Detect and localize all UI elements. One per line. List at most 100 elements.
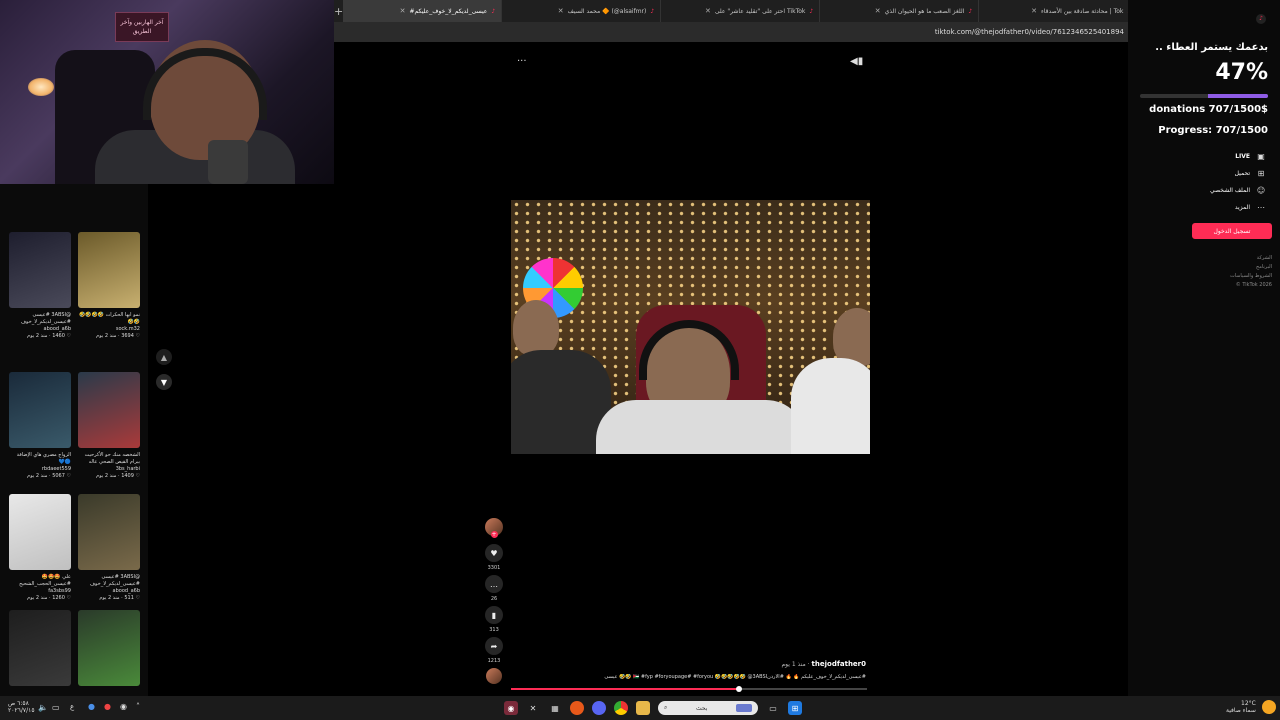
footer-link[interactable]: البرنامج xyxy=(1230,263,1272,272)
chevron-up-tray-icon[interactable]: ˄ xyxy=(136,702,140,711)
follow-plus-icon[interactable]: + xyxy=(490,531,498,538)
feed-stats: ♡ 3694 · منذ 2 يوم xyxy=(96,333,140,339)
author-name[interactable]: thejodfather0 xyxy=(812,660,866,668)
nav-item-live[interactable]: ▣ LIVE xyxy=(1235,152,1266,161)
feed-thumbnail[interactable] xyxy=(9,372,71,448)
start-icon[interactable]: ⊞ xyxy=(788,701,802,715)
heart-icon[interactable]: ♥ xyxy=(485,544,503,562)
feed-thumbnail[interactable] xyxy=(9,232,71,308)
feed-likes: 3694 xyxy=(121,333,134,339)
feed-username[interactable]: abood_a6b xyxy=(9,326,71,333)
browser-tab[interactable]: ✕محادثة صادقة بين الأصدقاء | Tok♪ xyxy=(979,0,1139,22)
nav-item-label: المزيد xyxy=(1234,204,1250,211)
taskbar-search[interactable]: ⌕ بحث xyxy=(658,701,758,715)
close-tab-icon[interactable]: ✕ xyxy=(705,7,711,15)
discord-tray-icon[interactable]: ◉ xyxy=(120,702,127,711)
bookmark-icon[interactable]: ▮ xyxy=(485,606,503,624)
browser-tab[interactable]: ✕ احتر على "تقليد عاشر" على TikTok ♪ xyxy=(661,0,821,22)
feed-thumbnail[interactable] xyxy=(9,610,71,686)
feed-caption-text[interactable]: علي 🤩🤩🤩 #عيسى_الحجب_الشحيح xyxy=(9,574,71,588)
app-icon-firefox[interactable] xyxy=(570,701,584,715)
upload-icon: ⊞ xyxy=(1257,169,1265,178)
feed-stats: ♡ 1409 · منذ 2 يوم xyxy=(96,473,140,479)
feed-thumbnail[interactable] xyxy=(78,494,140,570)
feed-username[interactable]: rbdaeet559 xyxy=(9,466,71,473)
browser-tab[interactable]: ✕ #عيسى_لديكم_لا_خوف_عليكم ♪ xyxy=(343,0,503,22)
feed-caption-text[interactable]: @3ABSI #عيسى #عيسى_لديكم_لا_خوف xyxy=(9,312,71,326)
nav-item-more[interactable]: ⋯ المزيد xyxy=(1235,203,1266,212)
tab-title: محادثة صادقة بين الأصدقاء | Tok xyxy=(1040,7,1124,15)
plus-icon[interactable]: + xyxy=(334,5,343,18)
footer-link[interactable]: TikTok 2026 © xyxy=(1230,281,1272,290)
feed-item-caption: الشخصه منك حو الأكرحيت بيرام القيص الصحي… xyxy=(78,452,140,480)
browser-tab[interactable]: ✕ محمد السيف 🔶 (@alsaifmr) ♪ xyxy=(502,0,662,22)
feed-likes: 1409 xyxy=(121,473,134,479)
app-icon-discord[interactable] xyxy=(592,701,606,715)
feed-likes: 5067 xyxy=(52,473,65,479)
feed-username[interactable]: fa3sbs99 xyxy=(9,588,71,595)
share-icon[interactable]: ➦ xyxy=(485,637,503,655)
footer-link[interactable]: الشركة xyxy=(1230,254,1272,263)
feed-thumbnail[interactable] xyxy=(78,372,140,448)
login-button[interactable]: تسجيل الدخول xyxy=(1192,223,1272,239)
nav-item-profile[interactable]: ☺ الملف الشخصي xyxy=(1210,186,1266,195)
tab-title: #عيسى_لديكم_لا_خوف_عليكم xyxy=(409,7,488,15)
lamp xyxy=(28,78,54,96)
feed-username[interactable]: 3bs_harbi xyxy=(78,466,140,473)
nav-item-label: تحميل xyxy=(1234,170,1250,177)
seek-bar-fill xyxy=(511,688,739,690)
microphone xyxy=(208,140,248,184)
seek-knob[interactable] xyxy=(735,686,742,692)
feed-thumbnail[interactable] xyxy=(78,232,140,308)
donation-progress-bar xyxy=(1140,94,1268,98)
app-icon-chrome[interactable] xyxy=(614,701,628,715)
close-tab-icon[interactable]: ✕ xyxy=(1031,7,1037,15)
comment-icon[interactable]: … xyxy=(485,575,503,593)
tab-title: محمد السيف 🔶 (@alsaifmr) xyxy=(567,7,647,15)
donations-amount: donations 707/1500$ xyxy=(1149,104,1268,115)
nav-item-label: الملف الشخصي xyxy=(1210,187,1250,194)
video-player[interactable] xyxy=(511,200,870,454)
sound-disc-icon[interactable] xyxy=(486,668,502,684)
main-person-shirt xyxy=(596,400,806,454)
feed-caption-text[interactable]: الشخصه منك حو الأكرحيت بيرام القيص الصحي… xyxy=(78,452,140,466)
webcam-overlay: آخر الهاربين وآخر الطريق xyxy=(0,0,334,184)
app-icon-file-explorer[interactable] xyxy=(636,701,650,715)
record-tray-icon[interactable]: ● xyxy=(104,702,111,711)
tiktok-logo-icon[interactable]: ♪ xyxy=(1256,14,1266,24)
app-icon-taskview[interactable]: ▦ xyxy=(548,701,562,715)
app-icon-capcut[interactable]: ✕ xyxy=(526,701,540,715)
language-indicator[interactable]: ع xyxy=(70,703,74,711)
nav-item-upload[interactable]: ⊞ تحميل xyxy=(1235,169,1266,178)
clock-time: ٦:٥٨ ص xyxy=(8,700,29,707)
task-view-icon[interactable]: ▭ xyxy=(766,701,780,715)
mic-tray-icon[interactable]: ● xyxy=(88,702,95,711)
feed-caption-text[interactable]: الزواج مصري هاي الإضافة 🔵💙 xyxy=(9,452,71,466)
feed-age: منذ 2 يوم xyxy=(96,473,117,479)
weather-widget[interactable]: 12°C سماء صافية xyxy=(1226,700,1256,714)
feed-caption-text[interactable]: @3ABSI #عيسى #عيسى_لديكم_لا_خوف xyxy=(78,574,140,588)
close-tab-icon[interactable]: ✕ xyxy=(558,7,564,15)
clock[interactable]: ٦:٥٨ ص ٢٠٢٦/٧/١٥ xyxy=(8,700,35,714)
app-icon-obs[interactable]: ◉ xyxy=(504,701,518,715)
close-tab-icon[interactable]: ✕ xyxy=(400,7,406,15)
seek-bar[interactable] xyxy=(511,686,867,692)
sound-icon[interactable]: ◀︎▮ xyxy=(850,56,863,67)
more-options-icon[interactable]: ··· xyxy=(517,56,527,67)
nav-item-label: LIVE xyxy=(1235,153,1250,160)
feed-username[interactable]: sock.m32 xyxy=(78,326,140,333)
browser-tab[interactable]: ✕ اللغز الصعب ما هو الحيوان الذي ♪ xyxy=(820,0,980,22)
feed-caption-text[interactable]: نمو ابها الحكرات 🤣🤣🤣🤣🤣🤣 xyxy=(78,312,140,326)
feed-username[interactable]: abood_a6b xyxy=(78,588,140,595)
footer-link[interactable]: الشروط والسياسات xyxy=(1230,272,1272,281)
chevron-up-icon[interactable]: ▲ xyxy=(156,349,172,365)
tiktok-favicon-icon: ♪ xyxy=(968,7,973,15)
close-tab-icon[interactable]: ✕ xyxy=(875,7,881,15)
feed-thumbnail[interactable] xyxy=(9,494,71,570)
chevron-down-icon[interactable]: ▼ xyxy=(156,374,172,390)
volume-icon[interactable]: 🔈 xyxy=(38,703,48,712)
network-icon[interactable]: ▭ xyxy=(52,703,60,712)
address-bar[interactable]: tiktok.com/@thejodfather0/video/76123465… xyxy=(334,22,1128,42)
comment-count: 26 xyxy=(490,596,498,602)
feed-thumbnail[interactable] xyxy=(78,610,140,686)
